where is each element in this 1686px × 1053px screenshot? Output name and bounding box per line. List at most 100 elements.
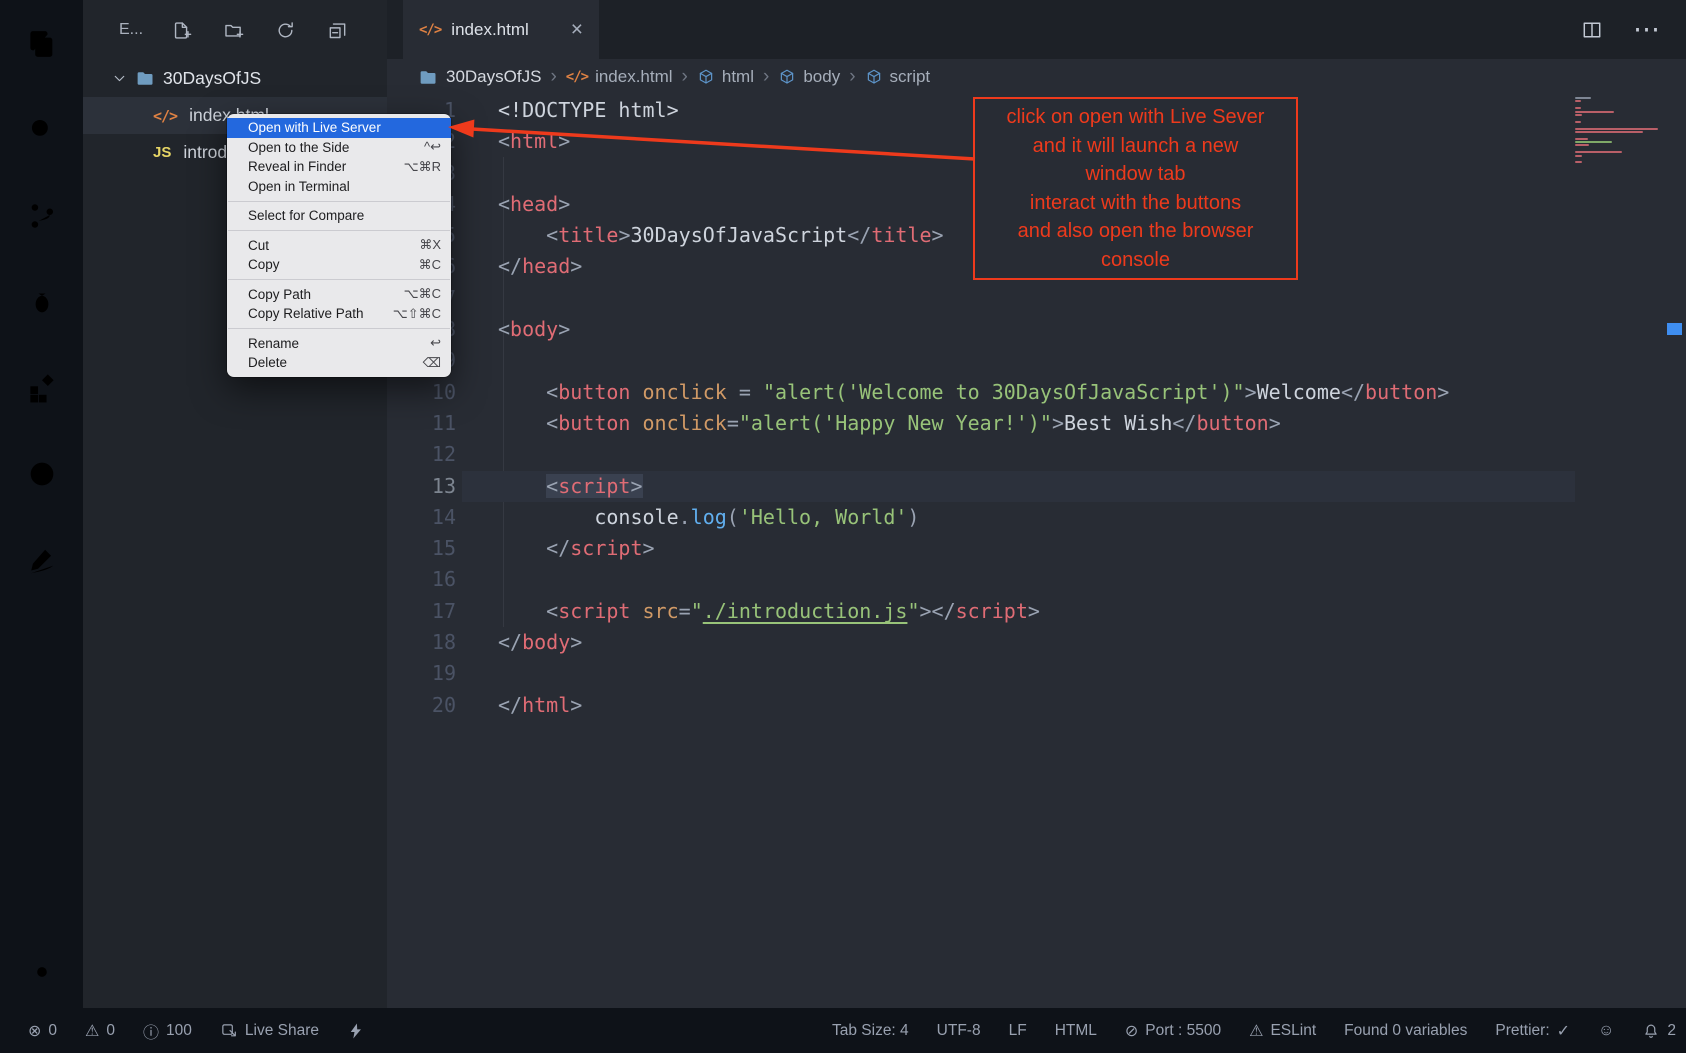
folder-row-30daysofjs[interactable]: 30DaysOfJS — [83, 60, 387, 97]
tab-bar: </> index.html × ⋯ — [387, 0, 1686, 59]
refresh-icon[interactable] — [275, 20, 296, 41]
menu-item-label: Open in Terminal — [248, 179, 350, 194]
code-line-content — [456, 345, 498, 376]
code-line-content — [456, 658, 498, 689]
scrollbar-selection-marker — [1667, 323, 1682, 335]
annotation-line: and it will launch a new — [1033, 132, 1239, 161]
status-item-0[interactable]: ⊗0 — [28, 1021, 57, 1041]
status-label: 0 — [106, 1022, 115, 1040]
vscode-window: E... 30DaysOfJS </> index.html JS introd… — [0, 0, 1686, 1053]
menu-separator — [228, 279, 450, 280]
breadcrumb-label: body — [803, 67, 840, 87]
source-control-icon[interactable] — [24, 198, 60, 234]
code-line-7: 7 — [387, 283, 1575, 314]
bolt-icon — [347, 1022, 365, 1040]
search-icon[interactable] — [24, 112, 60, 148]
menu-item-label: Open with Live Server — [248, 120, 381, 135]
menu-item-shortcut: ↩ — [430, 335, 441, 351]
minimap[interactable] — [1575, 97, 1661, 165]
status-item-lf[interactable]: LF — [1009, 1022, 1027, 1040]
explorer-icon[interactable] — [24, 26, 60, 62]
context-menu-item-open-with-live-server[interactable]: Open with Live Server — [227, 118, 451, 138]
context-menu-item-reveal-in-finder[interactable]: Reveal in Finder⌥⌘R — [227, 157, 451, 177]
context-menu-item-cut[interactable]: Cut⌘X — [227, 236, 451, 256]
breadcrumb-item-30daysofjs[interactable]: 30DaysOfJS — [418, 67, 541, 88]
status-item-html[interactable]: HTML — [1055, 1022, 1097, 1040]
line-number: 19 — [387, 658, 456, 689]
context-menu-item-rename[interactable]: Rename↩ — [227, 334, 451, 354]
status-item-live-share[interactable]: Live Share — [220, 1022, 319, 1040]
info-circle-icon: ⓘ — [143, 1019, 159, 1043]
code-line-16: 16 — [387, 564, 1575, 595]
context-menu: Open with Live ServerOpen to the Side^↩R… — [227, 114, 451, 377]
context-menu-item-delete[interactable]: Delete⌫ — [227, 353, 451, 373]
status-label: UTF-8 — [937, 1022, 981, 1040]
annotation-line: window tab — [1085, 160, 1185, 189]
code-line-content: <button onclick = "alert('Welcome to 30D… — [456, 377, 1449, 408]
code-line-content: </html> — [456, 690, 582, 721]
breadcrumb-label: index.html — [595, 67, 672, 87]
history-icon[interactable] — [24, 456, 60, 492]
run-debug-icon[interactable] — [24, 284, 60, 320]
status-item-prettier[interactable]: Prettier:✓ — [1495, 1021, 1570, 1041]
extensions-icon[interactable] — [24, 370, 60, 406]
annotation-line: click on open with Live Sever — [1007, 103, 1265, 132]
folder-icon — [135, 68, 156, 89]
collapse-all-icon[interactable] — [327, 20, 348, 41]
status-label: HTML — [1055, 1022, 1097, 1040]
status-item-bolt[interactable] — [347, 1022, 365, 1040]
code-line-content: <button onclick="alert('Happy New Year!'… — [456, 408, 1281, 439]
breadcrumb-item-index-html[interactable]: </>index.html — [566, 67, 673, 87]
menu-separator — [228, 328, 450, 329]
new-folder-icon[interactable] — [223, 20, 244, 41]
more-actions-icon[interactable]: ⋯ — [1633, 14, 1660, 45]
breadcrumb-item-body[interactable]: body — [778, 67, 840, 87]
split-editor-icon[interactable] — [1581, 19, 1603, 41]
code-line-11: 11 <button onclick="alert('Happy New Yea… — [387, 408, 1575, 439]
context-menu-item-copy-relative-path[interactable]: Copy Relative Path⌥⇧⌘C — [227, 304, 451, 324]
warning-icon: ⚠ — [85, 1021, 99, 1041]
breadcrumb-item-html[interactable]: html — [697, 67, 754, 87]
status-item-smiley[interactable]: ☺ — [1598, 1022, 1614, 1040]
status-item-tab-size-4[interactable]: Tab Size: 4 — [832, 1022, 909, 1040]
code-line-content: <!DOCTYPE html> — [456, 95, 679, 126]
context-menu-item-copy-path[interactable]: Copy Path⌥⌘C — [227, 285, 451, 305]
code-line-content: <script src="./introduction.js"></script… — [456, 596, 1040, 627]
menu-item-label: Copy — [248, 257, 280, 272]
line-number: 18 — [387, 627, 456, 658]
menu-item-shortcut: ^↩ — [424, 139, 441, 155]
code-line-content: <body> — [456, 314, 570, 345]
code-line-13: 13 <script> — [387, 471, 1575, 502]
breadcrumb-label: html — [722, 67, 754, 87]
status-label: LF — [1009, 1022, 1027, 1040]
settings-icon[interactable] — [24, 954, 60, 990]
menu-item-label: Reveal in Finder — [248, 159, 346, 174]
status-item-found-0-variables[interactable]: Found 0 variables — [1344, 1022, 1467, 1040]
status-item-port-5500[interactable]: ⊘Port : 5500 — [1125, 1021, 1221, 1041]
check-icon: ✓ — [1557, 1021, 1570, 1041]
code-line-content: <head> — [456, 189, 570, 220]
code-line-15: 15 </script> — [387, 533, 1575, 564]
tab-close-icon[interactable]: × — [571, 18, 583, 42]
status-item-utf-8[interactable]: UTF-8 — [937, 1022, 981, 1040]
line-number: 13 — [387, 471, 456, 502]
new-file-icon[interactable] — [171, 20, 192, 41]
context-menu-item-copy[interactable]: Copy⌘C — [227, 255, 451, 275]
status-item-100[interactable]: ⓘ100 — [143, 1019, 192, 1043]
context-menu-item-select-for-compare[interactable]: Select for Compare — [227, 206, 451, 226]
context-menu-item-open-to-the-side[interactable]: Open to the Side^↩ — [227, 138, 451, 158]
tab-index-html[interactable]: </> index.html × — [403, 0, 599, 59]
menu-item-shortcut: ⌥⌘C — [404, 286, 441, 302]
breadcrumb-separator-icon: › — [754, 66, 778, 88]
status-item-0[interactable]: ⚠0 — [85, 1021, 115, 1041]
code-line-18: 18</body> — [387, 627, 1575, 658]
context-menu-item-open-in-terminal[interactable]: Open in Terminal — [227, 177, 451, 197]
code-line-8: 8<body> — [387, 314, 1575, 345]
menu-item-shortcut: ⌫ — [423, 355, 441, 371]
breadcrumb-item-script[interactable]: script — [865, 67, 931, 87]
line-number: 12 — [387, 439, 456, 470]
status-item-eslint[interactable]: ⚠ESLint — [1249, 1021, 1316, 1041]
annotation-line: console — [1101, 246, 1170, 275]
feedback-icon[interactable] — [24, 542, 60, 578]
status-item-2[interactable]: 2 — [1642, 1022, 1676, 1040]
